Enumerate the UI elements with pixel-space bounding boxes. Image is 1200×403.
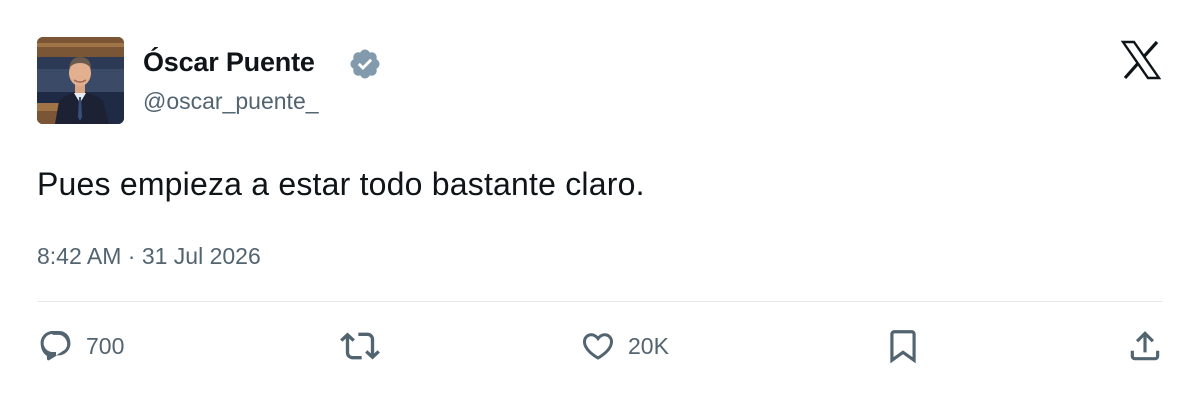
verified-badge-icon — [348, 47, 382, 81]
tweet-card: Óscar Puente @oscar_puente_ Pues empieza… — [0, 0, 1200, 403]
avatar[interactable] — [37, 37, 124, 124]
retweet-icon — [340, 326, 380, 366]
author-handle[interactable]: @oscar_puente_ — [143, 85, 319, 117]
reply-count: 700 — [86, 333, 125, 359]
share-icon — [1126, 327, 1164, 365]
heart-icon — [580, 328, 616, 364]
reply-icon — [38, 328, 74, 364]
author-display-name[interactable]: Óscar Puente — [143, 44, 315, 80]
share-button[interactable] — [1126, 326, 1164, 366]
x-logo-icon[interactable] — [1120, 40, 1162, 80]
like-count: 20K — [628, 333, 669, 359]
retweet-button[interactable] — [340, 326, 380, 366]
tweet-timestamp[interactable]: 8:42 AM · 31 Jul 2026 — [37, 241, 261, 271]
bookmark-icon — [884, 327, 922, 365]
bookmark-button[interactable] — [884, 326, 922, 366]
divider — [37, 301, 1163, 302]
reply-button[interactable]: 700 — [38, 326, 124, 366]
tweet-text: Pues empieza a estar todo bastante claro… — [37, 166, 645, 202]
like-button[interactable]: 20K — [580, 326, 669, 366]
